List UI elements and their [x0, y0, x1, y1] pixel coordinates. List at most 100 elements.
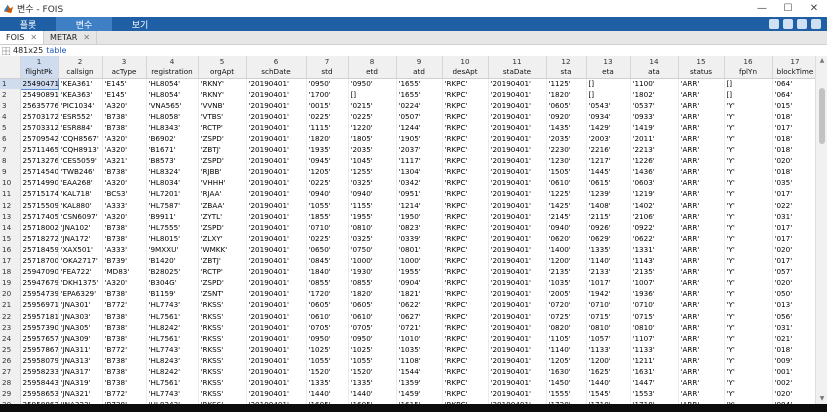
table-cell[interactable]: '1017' — [586, 277, 631, 289]
table-cell[interactable]: 'RKPC' — [442, 277, 489, 289]
maximize-button[interactable]: ☐ — [775, 0, 801, 17]
table-cell[interactable]: '064' — [772, 78, 815, 90]
table-cell[interactable]: '20190401' — [246, 122, 307, 134]
table-cell[interactable]: '20190401' — [246, 78, 307, 90]
table-cell[interactable]: '0950' — [348, 78, 397, 90]
table-cell[interactable]: 'JNA301' — [58, 299, 103, 311]
table-cell[interactable]: '0537' — [630, 100, 679, 112]
table-cell[interactable]: 'RKPC' — [442, 255, 489, 267]
table-cell[interactable]: '0627' — [396, 310, 443, 323]
table-cell[interactable]: '2213' — [630, 144, 679, 156]
table-cell[interactable]: 'HL8343' — [146, 122, 199, 134]
table-cell[interactable]: '017' — [772, 255, 815, 267]
table-cell[interactable]: 'ZSPD' — [198, 222, 247, 234]
table-cell[interactable]: 'XAX501' — [58, 244, 103, 256]
table-cell[interactable]: 'HL7555' — [146, 222, 199, 234]
table-cell[interactable]: 'ARR' — [678, 133, 725, 145]
table-cell[interactable]: 'RKPC' — [442, 233, 489, 245]
table-cell[interactable]: 'ARR' — [678, 322, 725, 334]
table-cell[interactable]: 'HL7587' — [146, 200, 199, 212]
minimize-button[interactable]: — — [749, 0, 775, 17]
column-header-flightPk[interactable]: flightPk — [20, 67, 59, 79]
table-cell[interactable]: '0015' — [306, 100, 349, 112]
table-cell[interactable]: '1820' — [348, 288, 397, 300]
table-cell[interactable]: 25490471 — [19, 77, 59, 90]
table-cell[interactable]: 'JNA321' — [58, 388, 103, 400]
table-cell[interactable]: 'HL8058' — [146, 111, 199, 123]
scroll-up-icon[interactable]: ▲ — [816, 56, 827, 66]
table-cell[interactable]: 'ZSPD' — [198, 133, 247, 145]
table-cell[interactable]: '20190401' — [488, 388, 547, 400]
close-tab-icon[interactable]: ✕ — [83, 33, 90, 42]
table-cell[interactable]: 'RKSS' — [198, 355, 247, 367]
table-cell[interactable]: '0705' — [306, 322, 349, 334]
table-cell[interactable]: '1630' — [546, 366, 587, 378]
table-cell[interactable]: 'DKH1375' — [58, 277, 103, 289]
table-cell[interactable]: '20190401' — [488, 310, 547, 323]
column-header-ata[interactable]: ata — [630, 67, 679, 79]
table-cell[interactable]: '0224' — [396, 100, 443, 112]
table-cell[interactable]: 'RKPC' — [442, 100, 489, 112]
table-cell[interactable]: '018' — [772, 133, 815, 145]
row-number[interactable]: 6 — [0, 133, 21, 145]
table-cell[interactable]: '9MXXU' — [146, 244, 199, 256]
column-number-10[interactable]: 10 — [442, 56, 489, 67]
table-cell[interactable]: 'ARR' — [678, 255, 725, 267]
table-cell[interactable]: 'ARR' — [678, 111, 725, 123]
table-cell[interactable]: 'RKPC' — [442, 355, 489, 367]
table-cell[interactable]: 25947090 — [20, 266, 59, 278]
table-cell[interactable]: 'ZBTJ' — [198, 144, 247, 156]
row-number[interactable]: 26 — [0, 355, 21, 367]
table-cell[interactable]: 'B738' — [102, 166, 147, 178]
table-cell[interactable]: '1440' — [348, 388, 397, 400]
table-cell[interactable]: 25958443 — [20, 377, 59, 389]
table-cell[interactable]: 'ARR' — [678, 200, 725, 212]
table-cell[interactable]: 'HL7561' — [146, 377, 199, 389]
table-cell[interactable]: '20190401' — [488, 78, 547, 90]
table-cell[interactable]: '064' — [772, 89, 815, 101]
table-cell[interactable]: 'RKSS' — [198, 366, 247, 378]
table-cell[interactable]: '1010' — [396, 333, 443, 345]
table-cell[interactable]: '0605' — [306, 299, 349, 311]
table-cell[interactable]: 'HL8324' — [146, 166, 199, 178]
table-cell[interactable]: '1007' — [630, 277, 679, 289]
column-number-1[interactable]: 1 — [20, 56, 59, 67]
table-cell[interactable]: '0721' — [396, 322, 443, 334]
doc-tab-metar[interactable]: METAR ✕ — [44, 31, 98, 44]
table-cell[interactable]: 'RKPC' — [442, 200, 489, 212]
table-cell[interactable]: 'RKPC' — [442, 111, 489, 123]
table-cell[interactable]: 'ESR552' — [58, 111, 103, 123]
table-cell[interactable]: 25718002 — [20, 222, 59, 234]
table-cell[interactable]: '0620' — [546, 233, 587, 245]
table-cell[interactable]: 'CQH8567' — [58, 133, 103, 145]
table-cell[interactable]: 'RKPC' — [442, 288, 489, 300]
table-cell[interactable]: 'ZBAA' — [198, 200, 247, 212]
column-number-13[interactable]: 13 — [586, 56, 631, 67]
table-cell[interactable]: '1425' — [546, 200, 587, 212]
table-cell[interactable]: 'Y' — [724, 133, 773, 145]
table-cell[interactable]: '0225' — [306, 177, 349, 189]
table-cell[interactable]: '022' — [772, 200, 815, 212]
table-cell[interactable]: '009' — [772, 355, 815, 367]
table-cell[interactable]: '1115' — [306, 122, 349, 134]
table-cell[interactable]: 'B1420' — [146, 255, 199, 267]
table-cell[interactable]: '0342' — [396, 177, 443, 189]
table-cell[interactable]: '1057' — [586, 333, 631, 345]
table-cell[interactable]: 'VTBS' — [198, 111, 247, 123]
table-cell[interactable]: 'B1159' — [146, 288, 199, 300]
table-cell[interactable]: 'B738' — [102, 366, 147, 378]
table-cell[interactable]: 25947679 — [20, 277, 59, 289]
table-cell[interactable]: '1230' — [546, 155, 587, 167]
table-cell[interactable]: '017' — [772, 233, 815, 245]
column-number-15[interactable]: 15 — [678, 56, 725, 67]
table-cell[interactable]: 'Y' — [724, 177, 773, 189]
table-cell[interactable]: 'Y' — [724, 377, 773, 389]
table-cell[interactable]: '1331' — [630, 244, 679, 256]
undo-icon[interactable] — [783, 19, 793, 29]
table-cell[interactable]: 'A333' — [102, 244, 147, 256]
table-cell[interactable]: 'RKSS' — [198, 377, 247, 389]
table-cell[interactable]: '20190401' — [246, 266, 307, 278]
table-cell[interactable]: '1359' — [396, 377, 443, 389]
column-number-11[interactable]: 11 — [488, 56, 547, 67]
table-cell[interactable]: '1107' — [630, 333, 679, 345]
